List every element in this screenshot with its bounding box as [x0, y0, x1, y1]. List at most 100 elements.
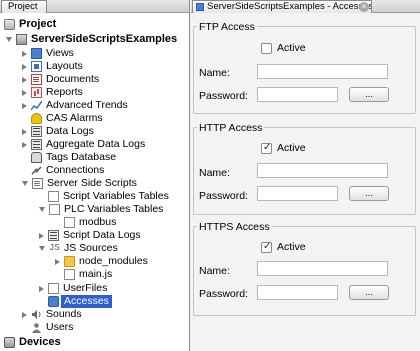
- tree-script-variables-tables[interactable]: Script Variables Tables: [48, 190, 169, 203]
- user-files-icon: [48, 283, 59, 294]
- database-icon: [31, 152, 42, 163]
- ftp-password-button[interactable]: ...: [349, 87, 389, 102]
- collapse-arrow-icon[interactable]: [22, 141, 27, 148]
- tree-main-js[interactable]: main.js: [64, 268, 112, 281]
- project-panel: Project Project ServerSideScriptsExample…: [0, 0, 190, 351]
- tree-label: Devices: [19, 335, 61, 348]
- http-name-label: Name:: [199, 167, 230, 179]
- expand-arrow-icon[interactable]: [39, 246, 45, 251]
- tree-label: Project: [19, 18, 57, 30]
- reports-icon: [31, 87, 42, 98]
- collapse-arrow-icon[interactable]: [22, 102, 27, 109]
- collapse-arrow-icon[interactable]: [22, 50, 27, 57]
- accesses-editor-panel: ServerSideScriptsExamples - Accesses × F…: [191, 0, 420, 351]
- collapse-arrow-icon[interactable]: [39, 232, 44, 239]
- ftp-access-title: FTP Access: [197, 21, 257, 33]
- accesses-icon: [48, 296, 59, 307]
- tree-script-data-logs[interactable]: Script Data Logs: [39, 229, 141, 242]
- alarm-bell-icon: [31, 113, 42, 124]
- tree-views[interactable]: Views: [22, 47, 74, 60]
- tree-cas-alarms[interactable]: CAS Alarms: [31, 112, 103, 125]
- tree-label: Aggregate Data Logs: [46, 138, 146, 150]
- tree-label: Views: [46, 47, 74, 59]
- tree-label: CAS Alarms: [46, 112, 103, 124]
- speaker-icon: [31, 309, 42, 320]
- https-password-label: Password:: [199, 288, 249, 300]
- editor-tabbar: ServerSideScriptsExamples - Accesses ×: [191, 0, 420, 13]
- ftp-password-input[interactable]: [257, 87, 338, 102]
- https-name-label: Name:: [199, 265, 230, 277]
- https-active-label: Active: [277, 241, 306, 253]
- layouts-icon: [31, 61, 42, 72]
- accesses-editor-tab[interactable]: ServerSideScriptsExamples - Accesses ×: [192, 0, 372, 13]
- collapse-arrow-icon[interactable]: [22, 76, 27, 83]
- aggregate-logs-icon: [31, 139, 42, 150]
- tree-label: Script Variables Tables: [63, 190, 169, 202]
- tree-tags-database[interactable]: Tags Database: [31, 151, 116, 164]
- users-icon: [31, 322, 42, 333]
- project-icon: [4, 19, 15, 30]
- tree-devices-row[interactable]: Devices: [4, 335, 61, 349]
- tree-label: modbus: [79, 216, 117, 228]
- table-icon: [49, 204, 60, 215]
- tree-label: node_modules: [79, 255, 148, 267]
- http-access-group: HTTP Access Active Name: Password: ...: [191, 121, 420, 215]
- http-password-label: Password:: [199, 190, 249, 202]
- expand-arrow-icon[interactable]: [6, 37, 12, 42]
- tree-users[interactable]: Users: [31, 321, 73, 333]
- tree-documents[interactable]: Documents: [22, 73, 99, 86]
- ftp-access-group: FTP Access Active Name: Password: ...: [191, 20, 420, 114]
- collapse-arrow-icon[interactable]: [22, 311, 27, 318]
- tree-label: main.js: [79, 268, 113, 280]
- tree-userfiles[interactable]: UserFiles: [39, 282, 107, 295]
- collapse-arrow-icon[interactable]: [22, 128, 27, 135]
- collapse-arrow-icon[interactable]: [39, 285, 44, 292]
- collapse-arrow-icon[interactable]: [22, 63, 27, 70]
- file-icon: [64, 269, 75, 280]
- tree-server-side-scripts[interactable]: Server Side Scripts: [22, 177, 137, 190]
- tree-advanced-trends[interactable]: Advanced Trends: [22, 99, 128, 112]
- project-tab[interactable]: Project: [1, 0, 47, 13]
- https-access-group: HTTPS Access Active Name: Password: ...: [191, 220, 420, 316]
- collapse-arrow-icon[interactable]: [55, 258, 60, 265]
- tree-connections[interactable]: Connections: [31, 164, 104, 177]
- close-tab-icon[interactable]: ×: [359, 2, 369, 12]
- expand-arrow-icon[interactable]: [39, 207, 45, 212]
- http-password-input[interactable]: [257, 186, 338, 201]
- tree-label: Sounds: [46, 308, 82, 320]
- tree-label: ServerSideScriptsExamples: [31, 33, 178, 45]
- https-access-title: HTTPS Access: [197, 221, 272, 233]
- https-password-input[interactable]: [257, 285, 338, 300]
- http-active-checkbox[interactable]: [261, 142, 272, 154]
- ftp-active-checkbox[interactable]: [261, 43, 272, 54]
- tree-project[interactable]: Project: [4, 18, 56, 31]
- ftp-password-label: Password:: [199, 90, 249, 102]
- https-active-checkbox[interactable]: [261, 241, 272, 253]
- ftp-name-input[interactable]: [257, 64, 388, 79]
- tree-plc-variables-tables[interactable]: PLC Variables Tables: [39, 203, 163, 216]
- tree-accesses[interactable]: Accesses: [48, 295, 112, 308]
- tree-reports[interactable]: Reports: [22, 86, 83, 99]
- tree-modbus[interactable]: modbus: [64, 216, 116, 229]
- tree-js-sources[interactable]: JS JS Sources: [39, 242, 118, 255]
- tree-layouts[interactable]: Layouts: [22, 60, 83, 73]
- tree-label: Connections: [46, 164, 105, 176]
- tree-node-modules[interactable]: node_modules: [55, 255, 148, 268]
- tree-label: UserFiles: [63, 282, 108, 294]
- tree-data-logs[interactable]: Data Logs: [22, 125, 94, 138]
- ftp-active-label: Active: [277, 42, 306, 54]
- https-password-button[interactable]: ...: [349, 285, 389, 300]
- https-name-input[interactable]: [257, 261, 388, 276]
- tree-serversidescriptsexamples[interactable]: ServerSideScriptsExamples: [6, 33, 177, 46]
- tree-label: Server Side Scripts: [47, 177, 137, 189]
- expand-arrow-icon[interactable]: [22, 181, 28, 186]
- server-scripts-icon: [32, 178, 43, 189]
- http-password-button[interactable]: ...: [349, 186, 389, 201]
- tree-aggregate-data-logs[interactable]: Aggregate Data Logs: [22, 138, 145, 151]
- http-name-input[interactable]: [257, 163, 388, 178]
- tree-label: Data Logs: [46, 125, 94, 137]
- tree-label: Documents: [46, 73, 100, 85]
- tree-sounds[interactable]: Sounds: [22, 308, 82, 321]
- tree-label: JS Sources: [64, 242, 118, 254]
- collapse-arrow-icon[interactable]: [22, 89, 27, 96]
